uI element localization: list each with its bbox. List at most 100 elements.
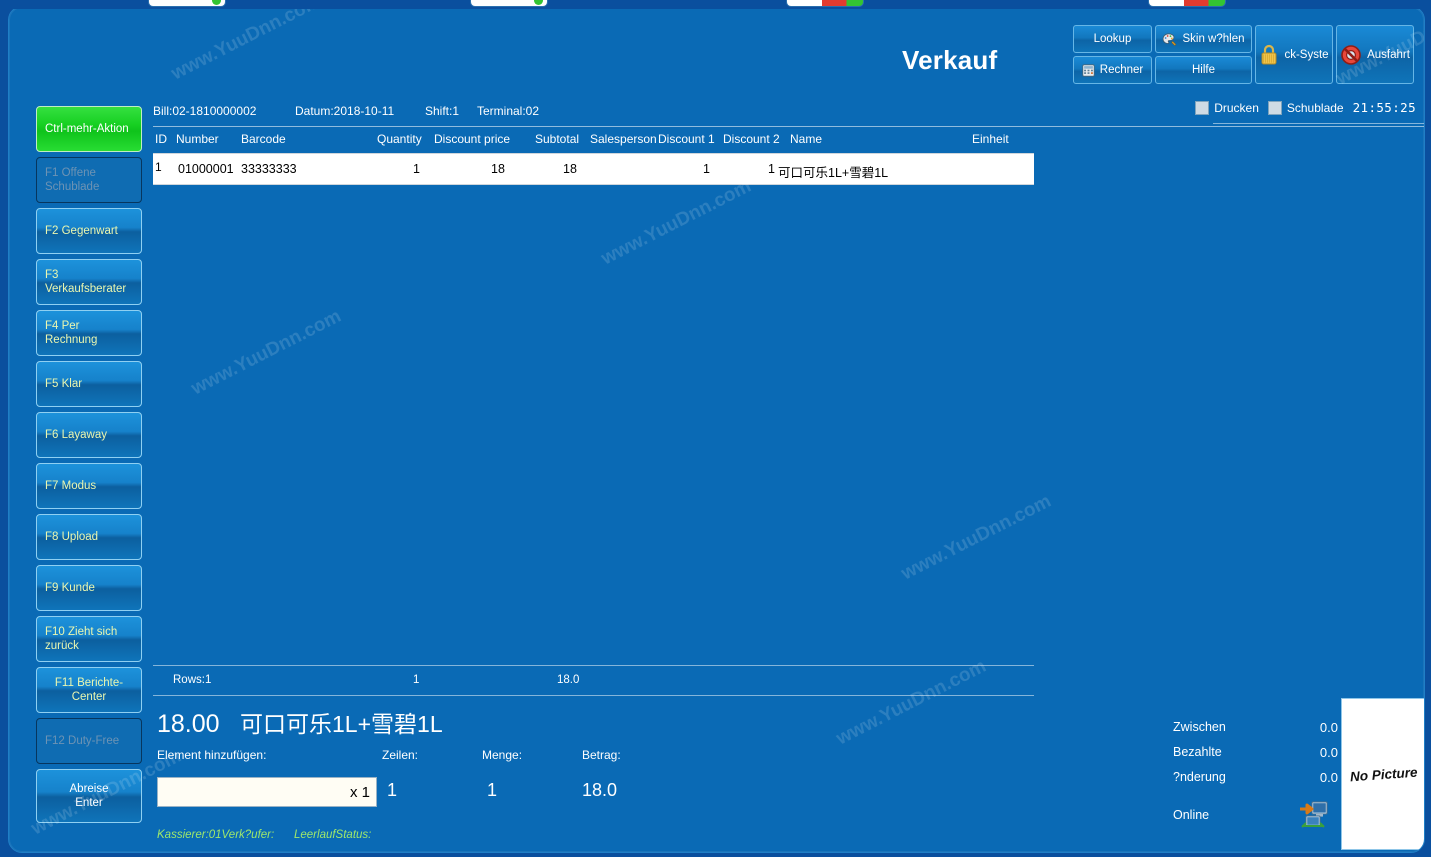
- cell-discount-2: 1: [768, 162, 775, 176]
- column-header-discount-price[interactable]: Discount price: [434, 132, 510, 146]
- calculator-button[interactable]: Rechner: [1073, 56, 1152, 84]
- sidebar-item-f10-withdraw[interactable]: F10 Zieht sich zurück: [36, 616, 142, 662]
- column-header-quantity[interactable]: Quantity: [377, 132, 422, 146]
- column-header-salesperson[interactable]: Salesperson: [590, 132, 657, 146]
- sidebar-item-label: F9 Kunde: [45, 581, 95, 594]
- cell-discount-1: 1: [703, 162, 710, 176]
- column-header-discount-1[interactable]: Discount 1: [658, 132, 715, 146]
- add-item-input[interactable]: [157, 777, 377, 807]
- column-header-barcode[interactable]: Barcode: [241, 132, 286, 146]
- sidebar-item-f8-upload[interactable]: F8 Upload: [36, 514, 142, 560]
- cut-off-toolbar-button[interactable]: [1148, 0, 1226, 7]
- sidebar-item-label: F5 Klar: [45, 377, 83, 390]
- table-footer-amount: 18.0: [557, 674, 580, 686]
- product-image-placeholder: No Picture: [1341, 698, 1424, 850]
- column-header-discount-2[interactable]: Discount 2: [723, 132, 780, 146]
- function-sidebar: Ctrl-mehr-Aktion F1 Offene Schublade F2 …: [36, 106, 142, 828]
- online-status-label: Online: [1173, 808, 1210, 822]
- print-checkbox-label: Drucken: [1214, 100, 1259, 115]
- table-row[interactable]: 1 01000001 33333333 1 18 18 1 1 可口可乐1L+雪…: [153, 153, 1034, 185]
- cell-number: 01000001: [178, 162, 234, 176]
- totals-value: 0.0: [1319, 770, 1338, 785]
- help-button[interactable]: Hilfe: [1155, 56, 1252, 84]
- totals-label: Zwischen: [1173, 720, 1226, 734]
- watermark: www.YuuDnn.com: [832, 655, 990, 750]
- column-header-name[interactable]: Name: [790, 132, 822, 146]
- calculator-button-label: Rechner: [1099, 64, 1144, 76]
- cell-name: 可口可乐1L+雪碧1L: [778, 166, 889, 180]
- table-footer-rows: Rows:1: [173, 674, 212, 686]
- status-dot-icon: [212, 0, 221, 5]
- cell-quantity: 1: [413, 162, 420, 176]
- exit-button[interactable]: Ausfahrt: [1336, 25, 1414, 84]
- cut-off-toolbar-button[interactable]: [786, 0, 864, 7]
- bill-number: Bill:02-1810000002: [153, 104, 257, 118]
- header-button-column-1: Lookup Rechner: [1073, 25, 1152, 84]
- network-icon[interactable]: [1298, 800, 1330, 833]
- sidebar-item-departure-enter[interactable]: Abreise Enter: [36, 769, 142, 823]
- online-status-row: Online: [1173, 801, 1338, 835]
- watermark: www.YuuDnn.com: [167, 6, 325, 85]
- cell-barcode: 33333333: [241, 162, 297, 176]
- main-window-frame: www.YuuDnn.com www.YuuDnn.com www.YuuDnn…: [8, 6, 1425, 853]
- sidebar-item-label: F4 Per Rechnung: [45, 319, 98, 346]
- sidebar-item-f9-customer[interactable]: F9 Kunde: [36, 565, 142, 611]
- selected-item-price: 18.00: [157, 710, 220, 738]
- lock-system-button-label: ck-Syste: [1284, 48, 1329, 61]
- sidebar-item-f11-reports-center[interactable]: F11 Berichte-Center: [36, 667, 142, 713]
- lookup-button[interactable]: Lookup: [1073, 25, 1152, 53]
- exit-icon: [1340, 44, 1362, 66]
- cell-subtotal: 18: [563, 162, 577, 176]
- watermark: www.YuuDnn.com: [187, 305, 345, 400]
- drawer-checkbox[interactable]: [1267, 100, 1282, 115]
- quantity-label: Menge:: [482, 748, 523, 762]
- totals-label: ?nderung: [1173, 770, 1226, 784]
- page-title: Verkauf: [902, 45, 998, 75]
- column-header-einheit[interactable]: Einheit: [972, 132, 1009, 146]
- sidebar-item-f3-sales-advisor[interactable]: F3 Verkaufsberater: [36, 259, 142, 305]
- column-header-number[interactable]: Number: [176, 132, 219, 146]
- product-image-placeholder-label: No Picture: [1349, 764, 1419, 784]
- sidebar-item-ctrl-more-action[interactable]: Ctrl-mehr-Aktion: [36, 106, 142, 152]
- totals-value: 0.0: [1319, 720, 1338, 735]
- cut-off-toolbar-strip: [0, 0, 1431, 9]
- watermark: www.YuuDnn.com: [597, 175, 755, 270]
- sidebar-item-label: F3 Verkaufsberater: [45, 268, 127, 295]
- sidebar-item-label: F12 Duty-Free: [45, 734, 120, 747]
- sidebar-item-label: Abreise Enter: [69, 782, 109, 809]
- bill-divider: [153, 126, 1424, 127]
- print-options-row: Drucken Schublade 21:55:25: [1195, 100, 1416, 115]
- cut-off-toolbar-button[interactable]: [148, 0, 226, 7]
- column-header-id[interactable]: ID: [155, 132, 167, 146]
- print-checkbox-item[interactable]: Drucken: [1195, 100, 1259, 115]
- sidebar-item-f4-per-invoice[interactable]: F4 Per Rechnung: [36, 310, 142, 356]
- totals-row-change: ?nderung 0.0: [1173, 770, 1338, 795]
- sidebar-item-label: Ctrl-mehr-Aktion: [45, 122, 129, 135]
- lock-system-button[interactable]: ck-Syste: [1255, 25, 1333, 84]
- totals-row-subtotal: Zwischen 0.0: [1173, 720, 1338, 745]
- sidebar-item-label: F6 Layaway: [45, 428, 108, 441]
- print-checkbox[interactable]: [1195, 100, 1210, 115]
- sidebar-item-f7-mode[interactable]: F7 Modus: [36, 463, 142, 509]
- table-footer-quantity: 1: [413, 674, 420, 686]
- sidebar-item-f6-layaway[interactable]: F6 Layaway: [36, 412, 142, 458]
- status-idle: LeerlaufStatus:: [294, 829, 372, 841]
- lock-icon: [1259, 43, 1279, 67]
- calculator-icon: [1082, 63, 1095, 77]
- sidebar-item-label: F1 Offene Schublade: [45, 166, 100, 193]
- sidebar-item-f5-clear[interactable]: F5 Klar: [36, 361, 142, 407]
- skin-select-button[interactable]: Skin w?hlen: [1155, 25, 1252, 53]
- exit-button-label: Ausfahrt: [1367, 48, 1410, 61]
- sidebar-item-label: F11 Berichte-Center: [54, 676, 124, 703]
- cell-id: 1: [155, 160, 162, 174]
- quantity-value: 1: [487, 780, 498, 800]
- watermark: www.YuuDnn.com: [897, 490, 1055, 585]
- palette-icon: [1162, 32, 1177, 46]
- totals-panel: Zwischen 0.0 Bezahlte 0.0 ?nderung 0.0 O…: [1173, 720, 1338, 835]
- sidebar-item-f2-present[interactable]: F2 Gegenwart: [36, 208, 142, 254]
- column-header-subtotal[interactable]: Subtotal: [535, 132, 579, 146]
- sales-items-table: ID Number Barcode Quantity Discount pric…: [153, 132, 1034, 185]
- drawer-checkbox-item[interactable]: Schublade: [1267, 100, 1344, 115]
- cut-off-toolbar-button[interactable]: [470, 0, 548, 7]
- skin-select-button-label: Skin w?hlen: [1182, 33, 1245, 45]
